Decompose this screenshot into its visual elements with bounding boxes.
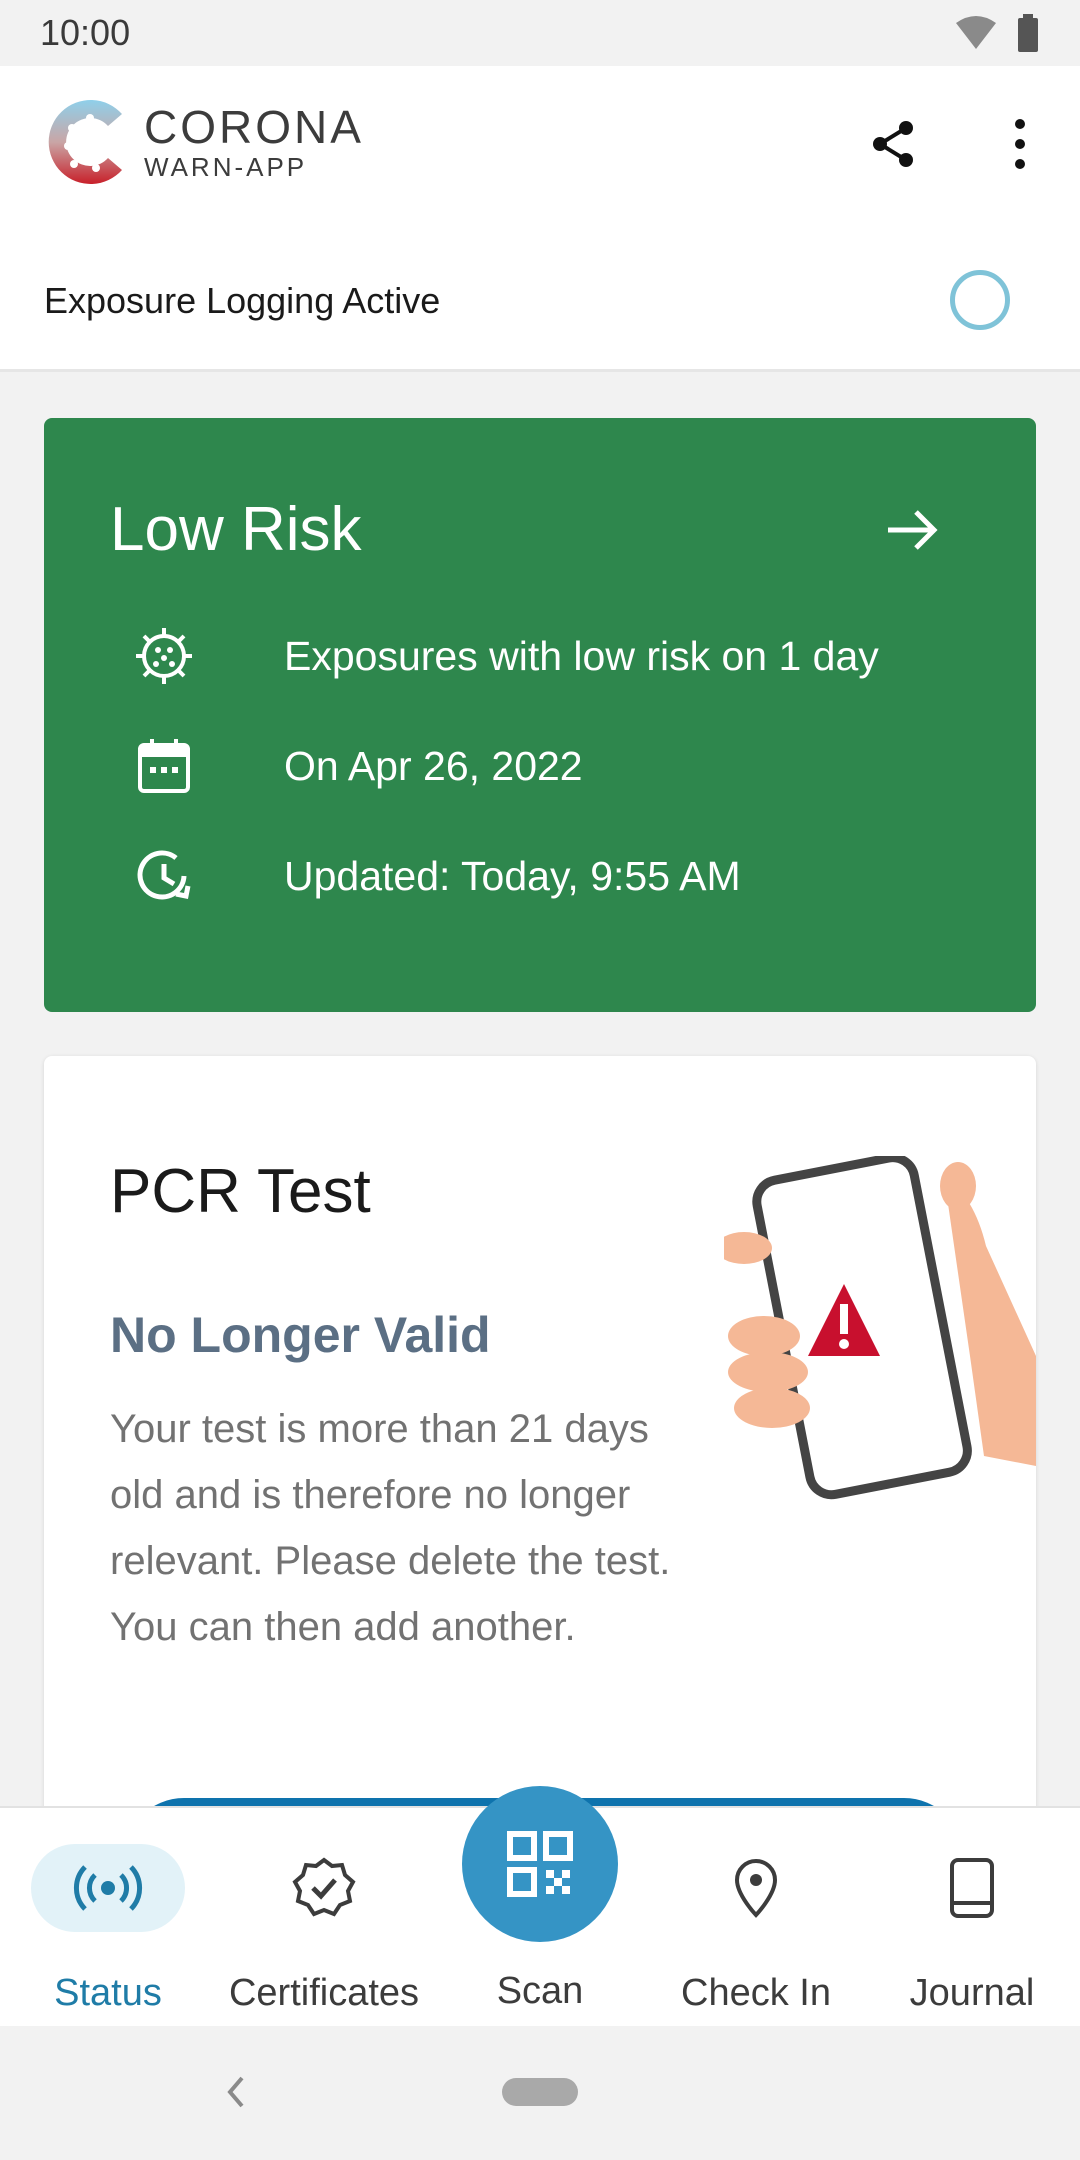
corona-logo-icon — [48, 100, 122, 184]
more-options-icon[interactable] — [1000, 118, 1040, 170]
phone-warning-illustration — [724, 1156, 1036, 1500]
risk-card[interactable]: Low Risk Exposures with low risk on 1 da… — [44, 418, 1036, 1012]
nav-label: Journal — [909, 1972, 1035, 2014]
tracing-status-icon — [950, 270, 1010, 330]
status-bar: 10:00 — [0, 0, 1080, 66]
logo-subtitle: WARN-APP — [144, 152, 308, 182]
status-time: 10:00 — [40, 12, 131, 53]
app-logo: CORONA WARN-APP — [42, 92, 364, 192]
nav-label: Certificates — [228, 1972, 420, 2014]
back-icon[interactable] — [220, 2070, 250, 2114]
pcr-description: Your test is more than 21 days old and i… — [110, 1407, 671, 1649]
risk-row-updated: Updated: Today, 9:55 AM — [132, 844, 741, 908]
nav-label-scan[interactable]: Scan — [432, 1970, 648, 2013]
risk-row-text: Exposures with low risk on 1 day — [284, 632, 879, 679]
pcr-title: PCR Test — [110, 1157, 371, 1226]
system-navigation-bar — [0, 2026, 1080, 2160]
virus-icon — [132, 624, 196, 688]
scan-button[interactable] — [462, 1786, 618, 1942]
exposure-logging-label: Exposure Logging Active — [44, 280, 441, 321]
risk-row-text: On Apr 26, 2022 — [284, 742, 583, 789]
nav-label: Check In — [681, 1972, 831, 2014]
calendar-icon — [132, 734, 196, 798]
nav-label: Status — [54, 1972, 162, 2014]
exposure-logging-row[interactable]: Exposure Logging Active — [0, 238, 1080, 372]
battery-icon — [1018, 14, 1038, 52]
share-icon[interactable] — [868, 118, 920, 170]
qr-code-icon — [507, 1831, 573, 1897]
badge-check-icon — [247, 1844, 401, 1932]
risk-title: Low Risk — [110, 495, 362, 564]
location-pin-icon — [679, 1844, 833, 1932]
nav-check-in[interactable]: Check In — [648, 1808, 864, 2028]
pcr-test-card[interactable]: PCR Test No Longer Valid Your test is mo… — [44, 1056, 1036, 1806]
risk-row-date: On Apr 26, 2022 — [132, 734, 583, 798]
nav-status[interactable]: Status — [0, 1808, 216, 2028]
status-icons — [954, 14, 1040, 52]
logo-title: CORONA — [144, 101, 364, 153]
radio-waves-icon — [31, 1844, 185, 1932]
risk-row-text: Updated: Today, 9:55 AM — [284, 852, 741, 899]
home-pill[interactable] — [502, 2078, 578, 2106]
nav-journal[interactable]: Journal — [864, 1808, 1080, 2028]
arrow-right-icon[interactable] — [884, 508, 940, 552]
app-header: CORONA WARN-APP — [0, 66, 1080, 238]
pcr-status: No Longer Valid — [110, 1307, 491, 1363]
content-area[interactable]: Low Risk Exposures with low risk on 1 da… — [0, 372, 1080, 1806]
book-icon — [895, 1844, 1049, 1932]
wifi-icon — [956, 16, 996, 49]
nav-certificates[interactable]: Certificates — [216, 1808, 432, 2028]
clock-refresh-icon — [132, 844, 196, 908]
risk-row-exposures: Exposures with low risk on 1 day — [132, 624, 879, 688]
